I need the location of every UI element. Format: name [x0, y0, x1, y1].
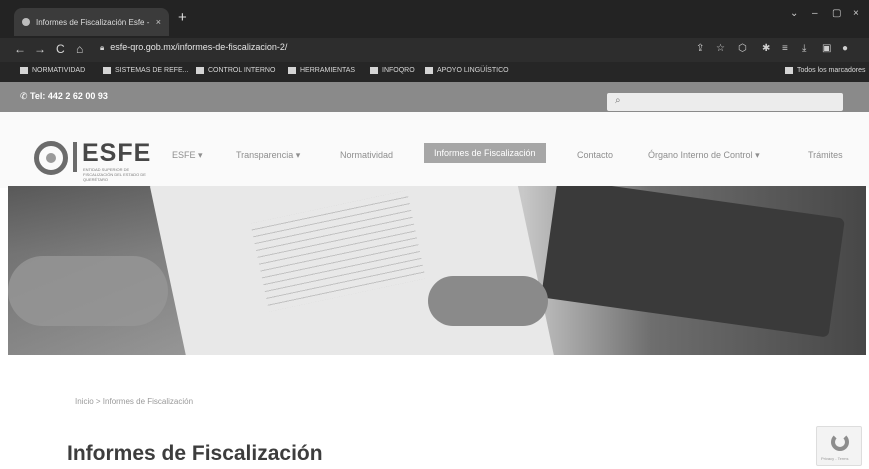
breadcrumb[interactable]: Inicio > Informes de Fiscalización — [75, 397, 193, 406]
search-icon: ⌕ — [615, 95, 621, 106]
reading-list-icon[interactable]: ≡ — [782, 43, 788, 54]
bookmark-normatividad[interactable]: NORMATIVIDAD — [20, 67, 85, 74]
tab-search-icon[interactable]: ⌄ — [790, 8, 798, 19]
recaptcha-terms: Privacy - Terms — [821, 456, 849, 461]
share-icon[interactable]: ⇪ — [696, 43, 704, 54]
nav-esfe[interactable]: ESFE ▾ — [172, 150, 203, 161]
tab-title: Informes de Fiscalización Esfe - E — [36, 17, 152, 27]
browser-toolbar: ← → C ⌂ 🔒︎ esfe-qro.gob.mx/informes-de-fi… — [0, 38, 869, 62]
folder-icon — [425, 67, 433, 74]
phone-number[interactable]: ✆ Tel: 442 2 62 00 93 — [20, 91, 108, 102]
folder-icon — [288, 67, 296, 74]
bookmark-apoyo-linguistico[interactable]: APOYO LINGÜÍSTICO — [425, 67, 509, 74]
download-icon[interactable]: ⤓ — [802, 43, 806, 54]
folder-icon — [103, 67, 111, 74]
logo-text[interactable]: ESFE — [82, 139, 151, 168]
search-input[interactable]: ⌕ — [607, 93, 843, 111]
nav-organo-interno-control[interactable]: Órgano Interno de Control ▾ — [648, 150, 760, 161]
site-topbar: ✆ Tel: 442 2 62 00 93 ⌕ — [0, 82, 869, 112]
nav-informes-fiscalizacion[interactable]: Informes de Fiscalización — [424, 143, 546, 163]
logo-subtitle: ENTIDAD SUPERIOR DE FISCALIZACIÓN DEL ES… — [83, 167, 146, 182]
address-bar[interactable]: 🔒︎ esfe-qro.gob.mx/informes-de-fiscalizac… — [100, 42, 287, 53]
browser-tab[interactable]: Informes de Fiscalización Esfe - E × — [14, 8, 169, 36]
nav-tramites[interactable]: Trámites — [808, 150, 843, 160]
home-icon[interactable]: ⌂ — [76, 42, 83, 56]
profile-icon[interactable]: ● — [842, 43, 848, 54]
folder-icon — [20, 67, 28, 74]
bookmark-herramientas[interactable]: HERRAMIENTAS — [288, 67, 355, 74]
recaptcha-badge[interactable]: Privacy - Terms — [816, 426, 862, 466]
favicon-icon — [22, 18, 30, 26]
page-title: Informes de Fiscalización — [67, 442, 323, 465]
nav-normatividad[interactable]: Normatividad — [340, 150, 393, 160]
folder-icon — [785, 67, 793, 74]
hero-hand — [8, 256, 168, 326]
hero-image — [8, 186, 866, 355]
folder-icon — [196, 67, 204, 74]
nav-transparencia[interactable]: Transparencia ▾ — [236, 150, 300, 161]
esfe-logo-icon[interactable] — [34, 141, 68, 175]
hero-hand-right — [428, 276, 548, 326]
bookmark-sistemas[interactable]: SISTEMAS DE REFE... — [103, 67, 189, 74]
url-text: esfe-qro.gob.mx/informes-de-fiscalizacio… — [110, 42, 288, 52]
logo-divider — [73, 142, 77, 172]
minimize-button[interactable]: – — [812, 8, 818, 19]
browser-tab-strip: Informes de Fiscalización Esfe - E × + ⌄… — [0, 0, 869, 38]
sidebar-icon[interactable]: ▣ — [822, 43, 831, 54]
extension-icon[interactable]: ⬡ — [738, 43, 747, 54]
bookmark-control-interno[interactable]: CONTROL INTERNO — [196, 67, 275, 74]
bookmarks-bar: NORMATIVIDAD SISTEMAS DE REFE... CONTROL… — [0, 62, 869, 82]
forward-icon[interactable]: → — [34, 42, 46, 56]
nav-contacto[interactable]: Contacto — [577, 150, 613, 160]
tab-close-icon[interactable]: × — [156, 17, 161, 27]
maximize-button[interactable]: ▢ — [832, 8, 841, 19]
bookmark-infoqro[interactable]: INFOQRO — [370, 67, 415, 74]
puzzle-icon[interactable]: ✱ — [762, 43, 770, 54]
recaptcha-icon — [831, 433, 849, 451]
back-icon[interactable]: ← — [14, 42, 26, 56]
new-tab-button[interactable]: + — [178, 9, 187, 26]
folder-icon — [370, 67, 378, 74]
close-window-button[interactable]: × — [853, 8, 859, 19]
star-icon[interactable]: ☆ — [716, 43, 725, 54]
bookmark-all[interactable]: Todos los marcadores — [785, 67, 865, 74]
reload-icon[interactable]: C — [56, 42, 65, 56]
hero-tablet — [541, 186, 845, 338]
lock-icon: 🔒︎ — [100, 43, 105, 52]
